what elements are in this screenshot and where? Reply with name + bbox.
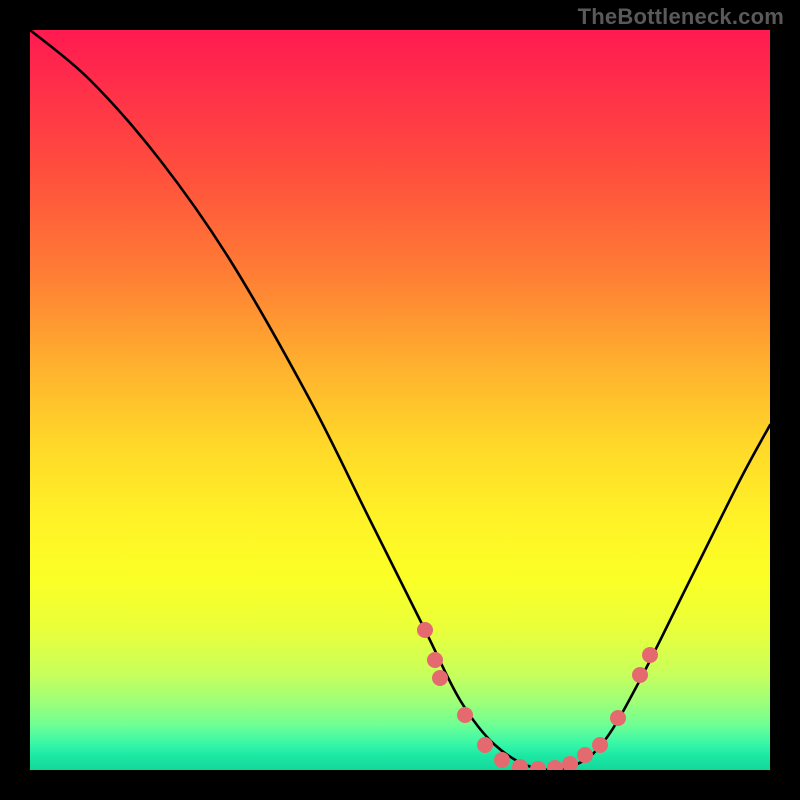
data-marker	[427, 652, 443, 668]
data-marker	[530, 761, 546, 770]
data-marker	[642, 647, 658, 663]
data-marker	[562, 756, 578, 770]
chart-frame: TheBottleneck.com	[0, 0, 800, 800]
data-marker	[610, 710, 626, 726]
curve-layer	[30, 30, 770, 770]
data-marker	[477, 737, 493, 753]
plot-area	[30, 30, 770, 770]
data-marker	[432, 670, 448, 686]
data-marker	[577, 747, 593, 763]
data-marker	[547, 760, 563, 770]
bottleneck-curve	[30, 30, 770, 770]
data-marker	[592, 737, 608, 753]
data-marker	[632, 667, 648, 683]
curve-markers	[417, 622, 658, 770]
data-marker	[457, 707, 473, 723]
watermark: TheBottleneck.com	[578, 4, 784, 30]
data-marker	[494, 752, 510, 768]
data-marker	[417, 622, 433, 638]
